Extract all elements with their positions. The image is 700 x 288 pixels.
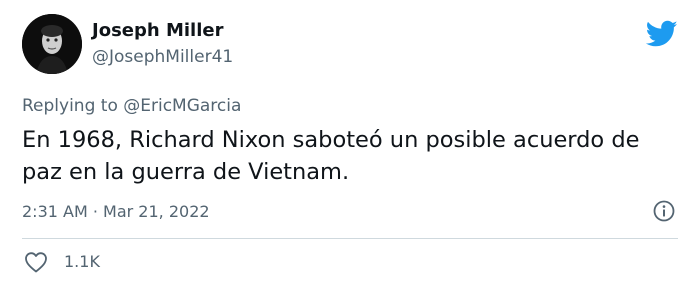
reply-mention-link[interactable]: @EricMGarcia xyxy=(123,96,241,116)
reply-prefix: Replying to xyxy=(22,96,118,116)
author-handle[interactable]: @JosephMiller41 xyxy=(92,47,233,67)
tweet-card: Joseph Miller @JosephMiller41 Replying t… xyxy=(0,0,700,288)
author-name[interactable]: Joseph Miller xyxy=(92,20,223,41)
reply-context: Replying to @EricMGarcia xyxy=(22,96,241,116)
info-icon[interactable] xyxy=(652,199,676,223)
tweet-text: En 1968, Richard Nixon saboteó un posibl… xyxy=(22,127,640,185)
heart-icon[interactable] xyxy=(24,251,48,273)
divider xyxy=(22,238,678,239)
like-count: 1.1K xyxy=(64,252,100,271)
twitter-bird-icon[interactable] xyxy=(645,20,678,48)
avatar[interactable] xyxy=(22,14,82,74)
tweet-timestamp[interactable]: 2:31 AM · Mar 21, 2022 xyxy=(22,202,210,221)
